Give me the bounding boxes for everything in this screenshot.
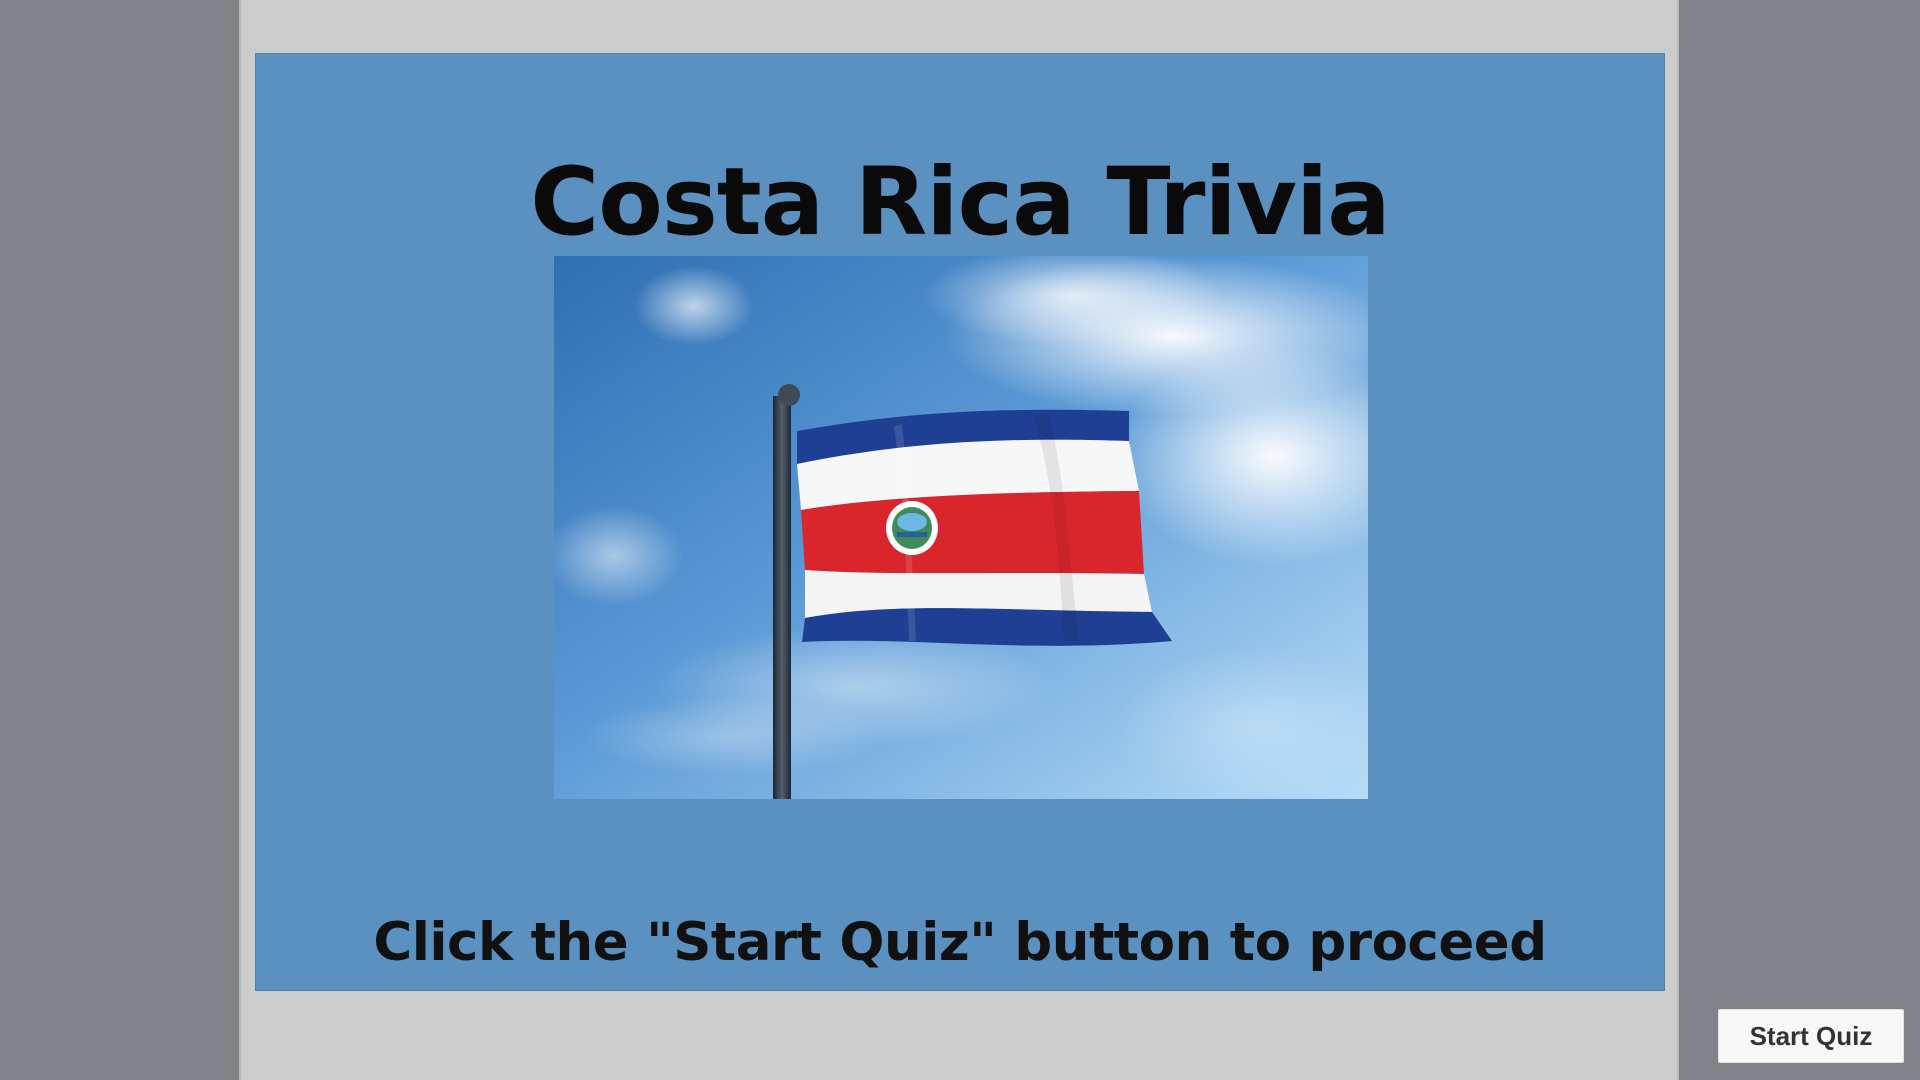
slide: Costa Rica Trivia Click the "Start Quiz"… xyxy=(255,53,1665,991)
start-quiz-button[interactable]: Start Quiz xyxy=(1718,1009,1904,1063)
instruction-text: Click the "Start Quiz" button to proceed xyxy=(373,912,1547,973)
slide-title: Costa Rica Trivia xyxy=(530,148,1390,257)
costa-rica-flag-image xyxy=(554,256,1368,799)
quiz-player: Costa Rica Trivia Click the "Start Quiz"… xyxy=(239,0,1904,1080)
